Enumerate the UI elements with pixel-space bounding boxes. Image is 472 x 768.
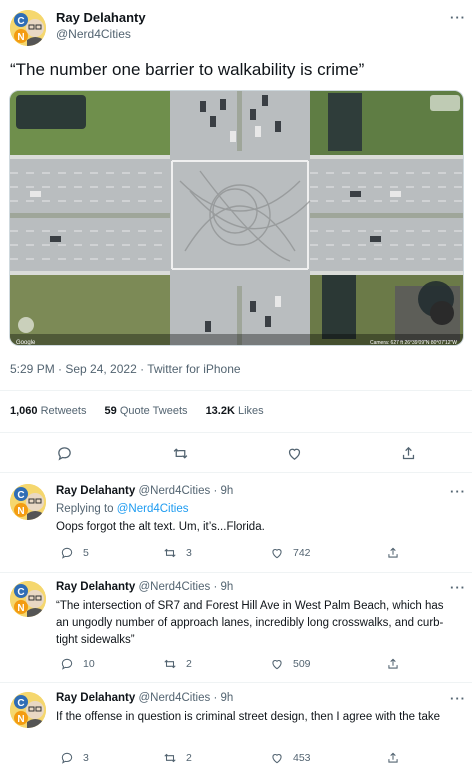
reply-icon[interactable] xyxy=(54,443,74,463)
likes-stat[interactable]: 13.2K Likes xyxy=(206,405,264,417)
avatar[interactable]: C N xyxy=(10,581,46,617)
svg-text:C: C xyxy=(17,698,24,709)
reply-count: 10 xyxy=(83,658,95,670)
retweet-icon xyxy=(164,659,176,669)
share-action[interactable] xyxy=(386,751,409,765)
svg-text:N: N xyxy=(17,603,24,614)
reply-icon xyxy=(61,658,73,670)
author-name[interactable]: Ray Delahanty xyxy=(56,692,135,704)
reply-count: 5 xyxy=(83,547,89,559)
author-name[interactable]: Ray Delahanty xyxy=(56,485,135,497)
like-count: 453 xyxy=(293,752,311,764)
author-name[interactable]: Ray Delahanty xyxy=(56,581,135,593)
more-icon[interactable]: ··· xyxy=(450,484,465,499)
reply-text: Oops forgot the alt text. Um, it’s...Flo… xyxy=(56,521,265,533)
svg-text:C: C xyxy=(17,587,24,598)
reply-icon xyxy=(61,752,73,764)
retweet-count: 2 xyxy=(186,658,192,670)
quote-tweets-stat[interactable]: 59 Quote Tweets xyxy=(105,405,188,417)
divider xyxy=(0,572,472,573)
svg-text:C: C xyxy=(17,16,24,27)
retweets-stat[interactable]: 1,060 Retweets xyxy=(10,405,86,417)
retweet-icon xyxy=(164,753,176,763)
tweet-image[interactable]: Google Camera: 627 ft 26°39'09"N 80°07'1… xyxy=(9,90,464,346)
retweet-count: 2 xyxy=(186,752,192,764)
retweet-icon[interactable] xyxy=(170,443,190,463)
reply-action[interactable]: 3 xyxy=(60,751,89,765)
reply-count: 3 xyxy=(83,752,89,764)
divider xyxy=(0,432,472,433)
reply-header: Ray Delahanty @Nerd4Cities · 9h xyxy=(56,692,233,704)
avatar[interactable]: C N xyxy=(10,484,46,520)
heart-icon xyxy=(272,660,282,670)
divider xyxy=(0,682,472,683)
image-attribution-right: Camera: 627 ft 26°39'09"N 80°07'12"W xyxy=(370,340,457,346)
likes-label: Likes xyxy=(237,405,264,417)
heart-icon xyxy=(272,549,282,559)
like-action[interactable]: 742 xyxy=(270,546,311,560)
share-action[interactable] xyxy=(386,657,409,671)
svg-text:N: N xyxy=(17,714,24,725)
retweet-action[interactable]: 2 xyxy=(163,657,192,671)
share-icon xyxy=(388,752,398,763)
svg-text:N: N xyxy=(17,32,24,43)
retweet-count: 3 xyxy=(186,547,192,559)
heart-icon xyxy=(272,754,282,764)
reply-time[interactable]: · 9h xyxy=(213,581,233,593)
retweets-count: 1,060 xyxy=(10,405,38,417)
author-handle[interactable]: @Nerd4Cities xyxy=(56,27,131,41)
retweets-label: Retweets xyxy=(40,405,87,417)
like-count: 509 xyxy=(293,658,311,670)
like-count: 742 xyxy=(293,547,311,559)
svg-text:C: C xyxy=(17,490,24,501)
quote-tweets-count: 59 xyxy=(104,405,117,417)
likes-count: 13.2K xyxy=(205,405,235,417)
share-icon xyxy=(388,547,398,558)
retweet-icon xyxy=(164,548,176,558)
reply-header: Ray Delahanty @Nerd4Cities · 9h xyxy=(56,485,233,497)
reply-text: “The intersection of SR7 and Forest Hill… xyxy=(56,600,444,646)
more-icon[interactable]: ··· xyxy=(450,691,465,706)
replying-to-link[interactable]: @Nerd4Cities xyxy=(117,503,189,515)
reply-time[interactable]: · 9h xyxy=(213,692,233,704)
author-handle[interactable]: @Nerd4Cities xyxy=(138,485,210,497)
reply-action[interactable]: 5 xyxy=(60,546,89,560)
heart-icon[interactable] xyxy=(284,443,304,463)
more-icon[interactable]: ··· xyxy=(450,580,465,595)
reply-header: Ray Delahanty @Nerd4Cities · 9h xyxy=(56,581,233,593)
reply-time[interactable]: · 9h xyxy=(213,485,233,497)
retweet-action[interactable]: 2 xyxy=(163,751,192,765)
reply-icon xyxy=(61,547,73,559)
avatar[interactable]: C N xyxy=(10,10,46,46)
divider xyxy=(0,390,472,391)
divider xyxy=(0,472,472,473)
author-name[interactable]: Ray Delahanty xyxy=(56,10,146,25)
share-icon xyxy=(388,658,398,669)
tweet-text: “The number one barrier to walkability i… xyxy=(10,60,365,79)
image-attribution-left: Google xyxy=(16,340,36,346)
replying-to: Replying to @Nerd4Cities xyxy=(56,503,189,515)
quote-tweets-label: Quote Tweets xyxy=(119,405,188,417)
share-icon[interactable] xyxy=(398,443,418,463)
tweet-stats: 1,060 Retweets 59 Quote Tweets 13.2K Lik… xyxy=(10,405,279,417)
like-action[interactable]: 509 xyxy=(270,657,311,671)
retweet-action[interactable]: 3 xyxy=(163,546,192,560)
reply-text: If the offense in question is criminal s… xyxy=(56,711,440,723)
like-action[interactable]: 453 xyxy=(270,751,311,765)
svg-text:N: N xyxy=(17,506,24,517)
tweet-timestamp[interactable]: 5:29 PM · Sep 24, 2022 · Twitter for iPh… xyxy=(10,362,241,376)
share-action[interactable] xyxy=(386,546,409,560)
replying-prefix: Replying to xyxy=(56,503,114,515)
author-handle[interactable]: @Nerd4Cities xyxy=(138,692,210,704)
more-icon[interactable]: ··· xyxy=(450,10,465,25)
reply-action[interactable]: 10 xyxy=(60,657,95,671)
avatar[interactable]: C N xyxy=(10,692,46,728)
author-handle[interactable]: @Nerd4Cities xyxy=(138,581,210,593)
